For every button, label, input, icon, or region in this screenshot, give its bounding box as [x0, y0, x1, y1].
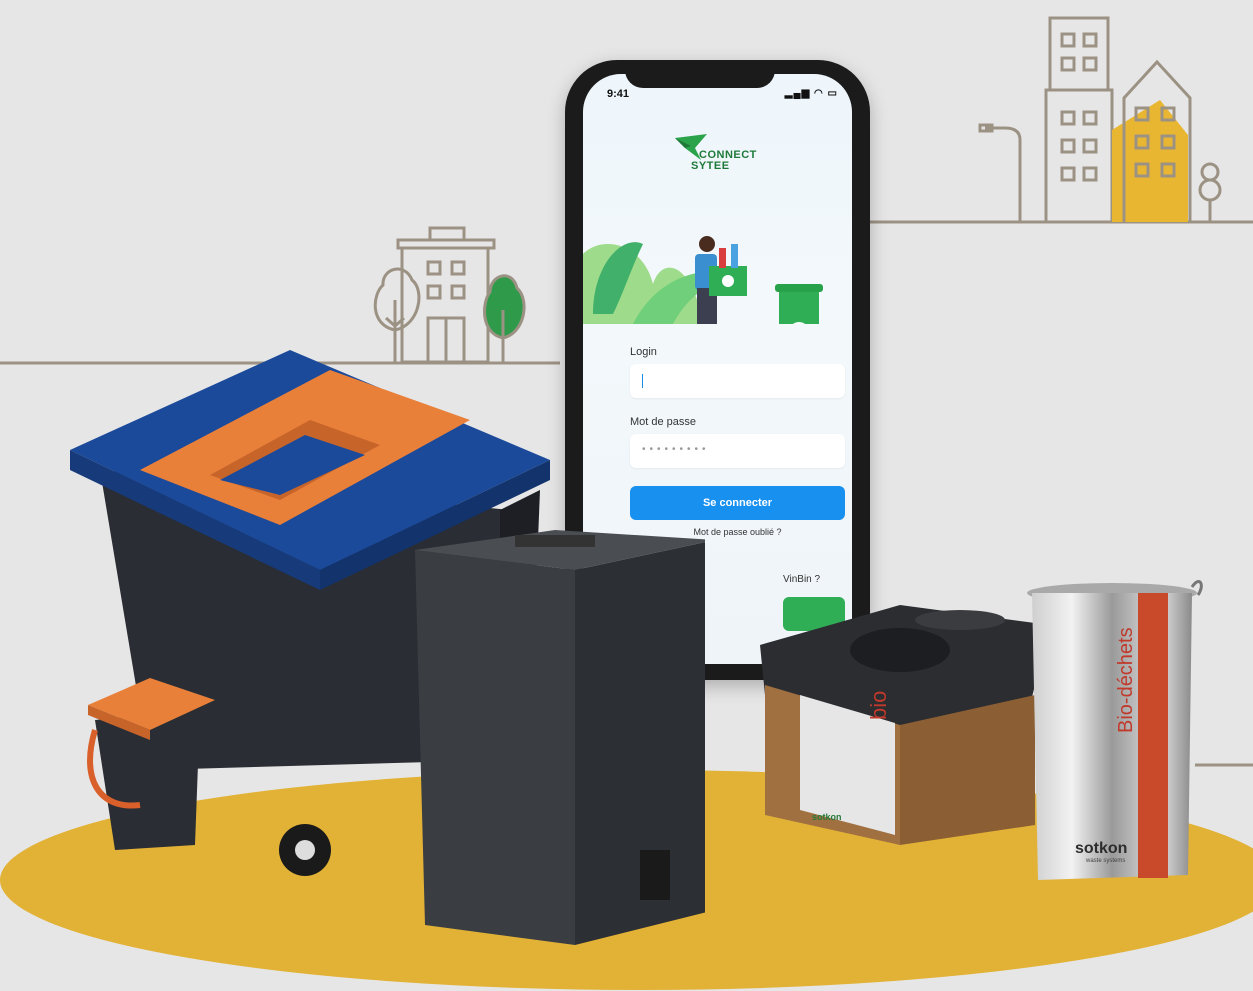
login-button[interactable]: Se connecter [630, 486, 845, 520]
password-value: ••••••••• [642, 444, 710, 455]
sotkon-brand-small: sotkon [812, 812, 842, 822]
winbin-prompt: VinBin ? [783, 574, 821, 585]
text-caret [642, 374, 643, 388]
app-logo-text: CONNECT SYTEE [691, 150, 757, 172]
recycling-illustration [583, 236, 823, 324]
grey-cabinet-bin [415, 530, 705, 945]
login-input[interactable] [630, 364, 845, 398]
status-time: 9:41 [607, 88, 630, 100]
password-input[interactable]: ••••••••• [630, 434, 845, 468]
bio-waste-bucket [1027, 580, 1203, 880]
sotkon-brand-bucket-sub: waste systems [1086, 858, 1126, 864]
bio-dechets-label: Bio-déchets [1115, 627, 1137, 733]
phone-notch [625, 60, 775, 88]
sotkon-brand-bucket: sotkon [1075, 840, 1128, 857]
kitchen-caddy [87, 678, 215, 850]
password-label: Mot de passe [630, 416, 697, 428]
login-label: Login [630, 346, 657, 358]
bio-label: bio [866, 690, 891, 720]
status-icons: ▂▄▆ ◠ ▭ [784, 88, 838, 99]
sotkon-bio-bin [760, 605, 1050, 845]
app-name-line2: SYTEE [691, 160, 730, 172]
